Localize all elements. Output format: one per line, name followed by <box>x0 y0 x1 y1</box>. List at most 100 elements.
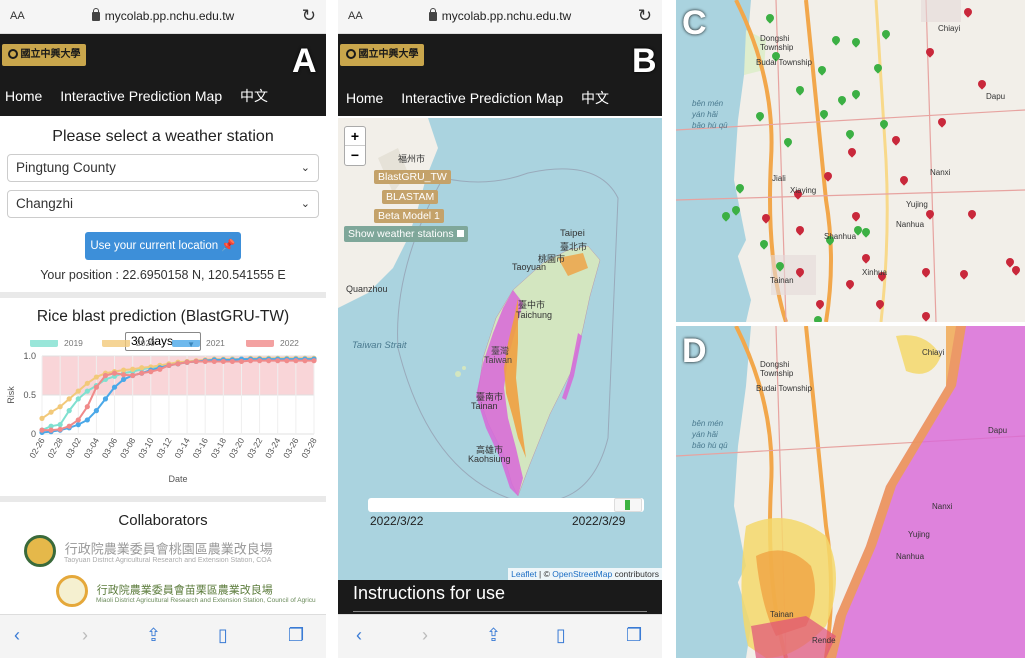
layer-blastgru-button[interactable]: BlastGRU_TW <box>374 170 451 184</box>
series-point <box>130 372 136 379</box>
navbar: Home Interactive Prediction Map 中文 <box>346 88 623 108</box>
safari-toolbar: ‹ › ⇪ ▯ ❐ <box>0 614 326 658</box>
reload-icon[interactable]: ↻ <box>638 6 652 26</box>
leaflet-link[interactable]: Leaflet <box>511 569 537 579</box>
station-select[interactable]: Changzhi ⌄ <box>7 190 319 218</box>
label-dongshi: Dongshi Township <box>760 360 794 378</box>
university-logo[interactable]: 國立中興大學 <box>2 44 86 66</box>
date-slider[interactable] <box>368 498 644 512</box>
date-start-label: 2022/3/22 <box>370 514 424 528</box>
date-slider-thumb[interactable] <box>614 498 642 512</box>
series-point <box>293 358 299 364</box>
x-tick-label: 03-26 <box>281 436 301 460</box>
site-header: 國立中興大學 Home Interactive Prediction Map 中… <box>338 34 662 116</box>
series-point <box>302 358 308 364</box>
map-attribution: Leaflet | © OpenStreetMap contributors <box>508 568 662 580</box>
series-point <box>102 396 109 402</box>
layer-beta-model-button[interactable]: Beta Model 1 <box>374 209 444 223</box>
show-stations-label: Show weather stations <box>348 228 454 240</box>
detail-map-tiles <box>676 0 1025 322</box>
date-end-label: 2022/3/29 <box>572 514 626 528</box>
back-icon[interactable]: ‹ <box>356 625 362 646</box>
partner-taoyuan-name-en: Taoyuan District Agricultural Research a… <box>64 557 272 564</box>
tabs-icon[interactable]: ❐ <box>288 625 304 646</box>
panel-letter: C <box>682 4 707 42</box>
partner-miaoli-name-en: Miaoli District Agricultural Research an… <box>96 597 316 604</box>
nav-prediction-map[interactable]: Interactive Prediction Map <box>60 88 222 104</box>
back-icon[interactable]: ‹ <box>14 625 20 646</box>
label-sea: bên mén yán hǎi bǎo hù qū <box>692 419 728 450</box>
label-taichung: Taichung <box>516 310 553 320</box>
forward-icon[interactable]: › <box>82 625 88 646</box>
series-point <box>139 365 145 371</box>
station-select-value: Changzhi <box>16 196 74 211</box>
nav-home[interactable]: Home <box>346 90 383 106</box>
x-tick-label: 03-04 <box>82 436 102 460</box>
bookmarks-icon[interactable]: ▯ <box>556 625 566 646</box>
y-tick-label: 0.5 <box>23 390 36 400</box>
x-tick-label: 03-08 <box>118 436 138 460</box>
series-point <box>102 372 109 379</box>
label-yujing: Yujing <box>906 200 928 209</box>
series-point <box>257 358 263 364</box>
legend-label: 2019 <box>64 340 83 348</box>
nav-chinese[interactable]: 中文 <box>240 88 268 104</box>
label-nanxi: Nanxi <box>932 502 953 511</box>
url-text[interactable]: mycolab.pp.nchu.edu.tw <box>442 9 571 23</box>
label-nanhua: Nanhua <box>896 220 925 229</box>
nav-home[interactable]: Home <box>5 88 42 104</box>
panel-b-map-page: B AA mycolab.pp.nchu.edu.tw ↻ 國立中興大學 Hom… <box>338 0 662 658</box>
series-point <box>84 417 90 423</box>
taoyuan-seal-icon <box>24 535 56 567</box>
zoom-out-button[interactable]: − <box>345 146 365 165</box>
forward-icon[interactable]: › <box>422 625 428 646</box>
reload-icon[interactable]: ↻ <box>302 6 316 26</box>
x-axis-label: Date <box>168 474 187 484</box>
y-axis-label: Risk <box>6 386 16 404</box>
x-tick-label: 03-20 <box>227 436 247 460</box>
partner-taoyuan[interactable]: 行政院農業委員會桃園區農業改良場 Taoyuan District Agricu… <box>24 535 304 567</box>
series-point <box>121 376 127 382</box>
share-icon[interactable]: ⇪ <box>146 625 161 646</box>
legend-swatch <box>102 340 130 347</box>
series-point <box>66 423 72 429</box>
url-text[interactable]: mycolab.pp.nchu.edu.tw <box>105 9 234 23</box>
series-point <box>66 408 72 414</box>
series-point <box>84 380 90 386</box>
label-chiayi: Chiayi <box>938 24 961 33</box>
risk-map-tiles <box>676 326 1025 658</box>
panel-d-risk-map: D bên mén yán hǎi bǎo hù qū Chiayi Dongs… <box>676 326 1025 658</box>
browser-url-bar[interactable]: AA mycolab.pp.nchu.edu.tw ↻ <box>0 0 326 34</box>
x-tick-label: 02-26 <box>27 436 47 460</box>
layer-blastam-button[interactable]: BLASTAM <box>382 190 439 204</box>
series-point <box>48 409 54 415</box>
show-stations-toggle[interactable]: Show weather stations <box>344 226 468 242</box>
nav-prediction-map[interactable]: Interactive Prediction Map <box>401 90 563 106</box>
series-point <box>139 370 145 376</box>
share-icon[interactable]: ⇪ <box>486 625 501 646</box>
zoom-in-button[interactable]: + <box>345 127 365 146</box>
x-tick-label: 03-12 <box>154 436 174 460</box>
panel-a-station-page: A AA mycolab.pp.nchu.edu.tw ↻ 國立中興大學 Hom… <box>0 0 326 658</box>
risk-chart: 0 0.5 1.0 Risk 02-2602-2803-0203-0403-0603-0… <box>6 340 319 484</box>
university-logo[interactable]: 國立中興大學 <box>340 44 424 66</box>
browser-url-bar[interactable]: AA mycolab.pp.nchu.edu.tw ↻ <box>338 0 662 34</box>
checkbox-icon[interactable] <box>456 230 464 237</box>
use-location-button[interactable]: Use your current location 📌 <box>85 232 241 260</box>
x-tick-label: 03-18 <box>209 436 229 460</box>
taiwan-map[interactable]: + − BlastGRU_TW BLASTAM Beta Model 1 Sho… <box>338 118 662 580</box>
risk-detail-map[interactable]: D bên mén yán hǎi bǎo hù qū Chiayi Dongs… <box>676 326 1025 658</box>
tabs-icon[interactable]: ❐ <box>626 625 642 646</box>
osm-link[interactable]: OpenStreetMap <box>552 569 612 579</box>
label-nanxi: Nanxi <box>930 168 951 177</box>
bookmarks-icon[interactable]: ▯ <box>218 625 228 646</box>
partner-miaoli[interactable]: 行政院農業委員會苗栗區農業改良場 Miaoli District Agricul… <box>56 575 316 607</box>
label-rende: Rende <box>812 636 836 645</box>
series-point <box>148 369 154 375</box>
county-select[interactable]: Pingtung County ⌄ <box>7 154 319 182</box>
series-point <box>48 427 54 433</box>
series-point <box>57 422 63 428</box>
county-select-value: Pingtung County <box>16 160 116 175</box>
nav-chinese[interactable]: 中文 <box>581 90 609 106</box>
station-detail-map[interactable]: C bên mén yán hǎi bǎo hù qū Chiayi Taina… <box>676 0 1025 322</box>
